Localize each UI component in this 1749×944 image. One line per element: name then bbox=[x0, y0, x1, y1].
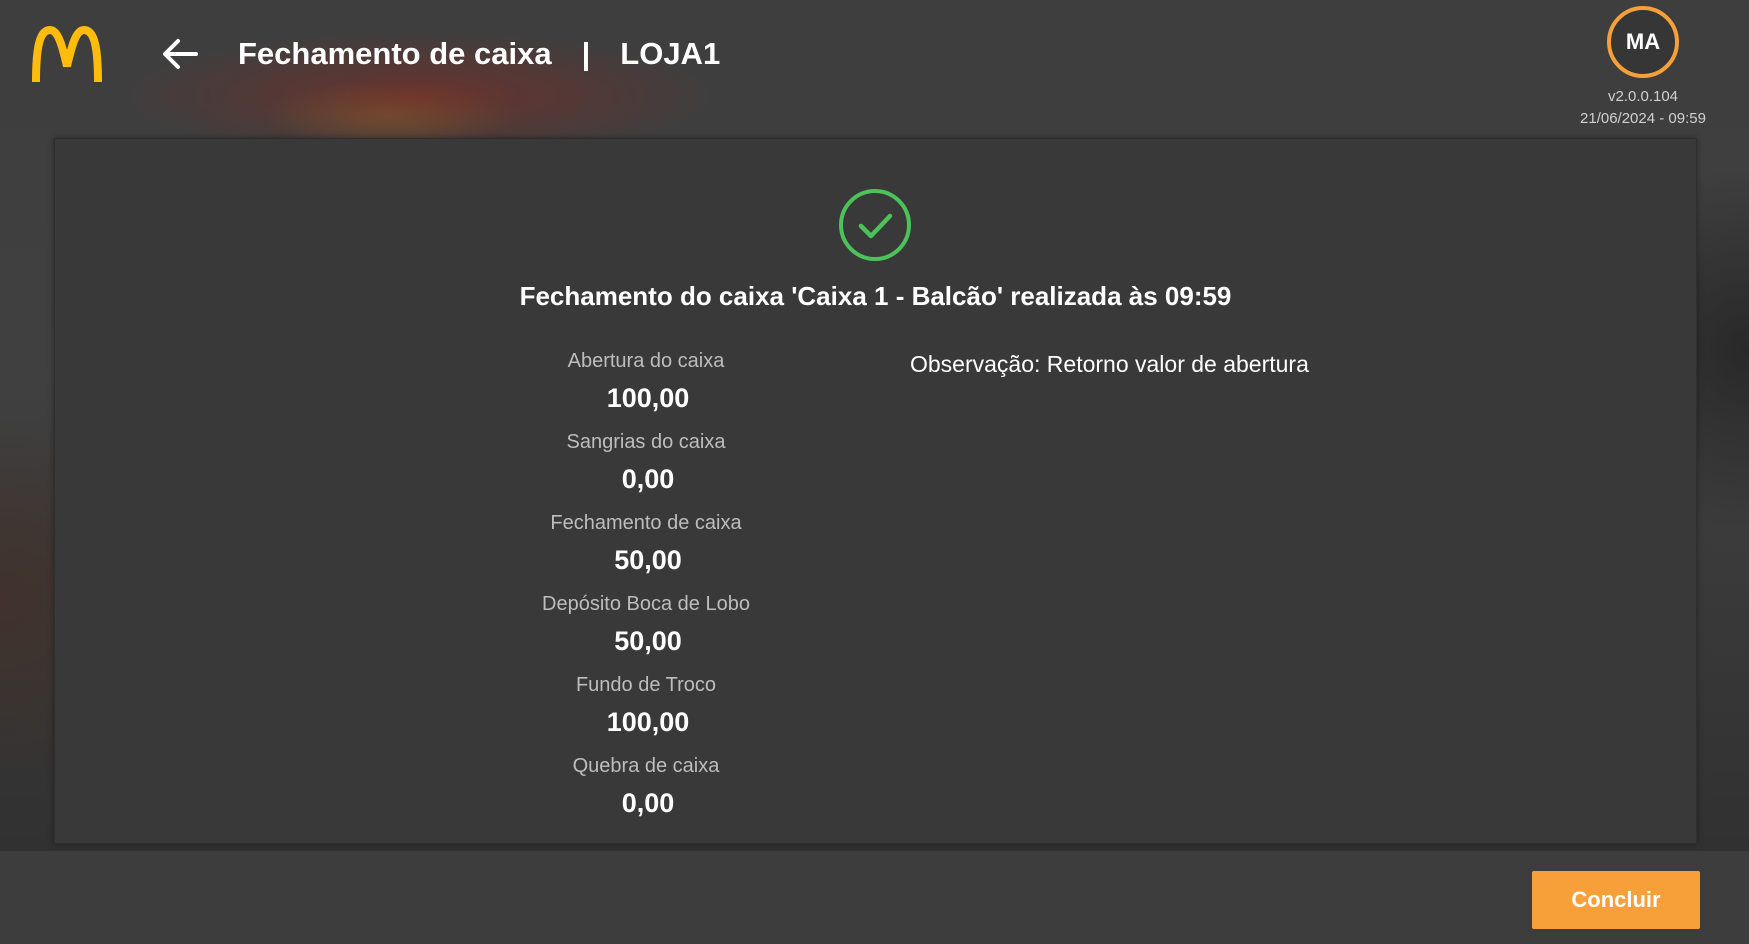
summary-label: Fundo de Troco bbox=[575, 674, 717, 696]
user-avatar[interactable]: MA bbox=[1607, 6, 1679, 78]
summary-item-fundo-troco: Fundo de Troco 100,00 bbox=[500, 673, 792, 754]
summary-value: 100,00 bbox=[606, 707, 690, 737]
page-title-text: Fechamento de caixa bbox=[238, 36, 552, 71]
summary-item-deposito: Depósito Boca de Lobo 50,00 bbox=[500, 592, 792, 673]
summary-value: 0,00 bbox=[621, 464, 675, 494]
summary-label: Sangrias do caixa bbox=[566, 431, 726, 453]
title-separator: | bbox=[581, 36, 591, 71]
observation-text: Observação: Retorno valor de abertura bbox=[910, 351, 1309, 377]
closing-result-title: Fechamento do caixa 'Caixa 1 - Balcão' r… bbox=[519, 281, 1232, 311]
summary-list: Abertura do caixa 100,00 Sangrias do cai… bbox=[500, 349, 792, 835]
mcdonalds-logo bbox=[32, 25, 102, 84]
summary-item-sangrias: Sangrias do caixa 0,00 bbox=[500, 430, 792, 511]
back-button[interactable] bbox=[156, 30, 204, 78]
summary-item-quebra: Quebra de caixa 0,00 bbox=[500, 754, 792, 835]
avatar-initials: MA bbox=[1625, 29, 1661, 54]
footer-bar: Concluir bbox=[0, 851, 1749, 944]
summary-label: Quebra de caixa bbox=[572, 755, 720, 777]
app-version: v2.0.0.104 bbox=[1607, 88, 1679, 105]
summary-value: 0,00 bbox=[621, 788, 675, 818]
conclude-button[interactable]: Concluir bbox=[1532, 871, 1700, 929]
summary-value: 50,00 bbox=[614, 626, 682, 656]
arrow-left-icon bbox=[163, 39, 198, 69]
summary-value: 100,00 bbox=[606, 383, 690, 413]
check-circle-icon bbox=[839, 189, 911, 261]
summary-item-fechamento: Fechamento de caixa 50,00 bbox=[500, 511, 792, 592]
summary-value: 50,00 bbox=[614, 545, 682, 575]
header: Fechamento de caixa | LOJA1 MA v2.0.0.10… bbox=[0, 0, 1749, 135]
summary-label: Fechamento de caixa bbox=[550, 512, 742, 534]
summary-label: Depósito Boca de Lobo bbox=[542, 593, 750, 615]
current-datetime: 21/06/2024 - 09:59 bbox=[1580, 110, 1706, 127]
summary-label: Abertura do caixa bbox=[567, 350, 725, 372]
summary-item-abertura: Abertura do caixa 100,00 bbox=[500, 349, 792, 430]
page-title: Fechamento de caixa | LOJA1 bbox=[238, 30, 720, 78]
store-name: LOJA1 bbox=[620, 36, 721, 71]
closing-summary-panel: Fechamento do caixa 'Caixa 1 - Balcão' r… bbox=[54, 138, 1697, 844]
